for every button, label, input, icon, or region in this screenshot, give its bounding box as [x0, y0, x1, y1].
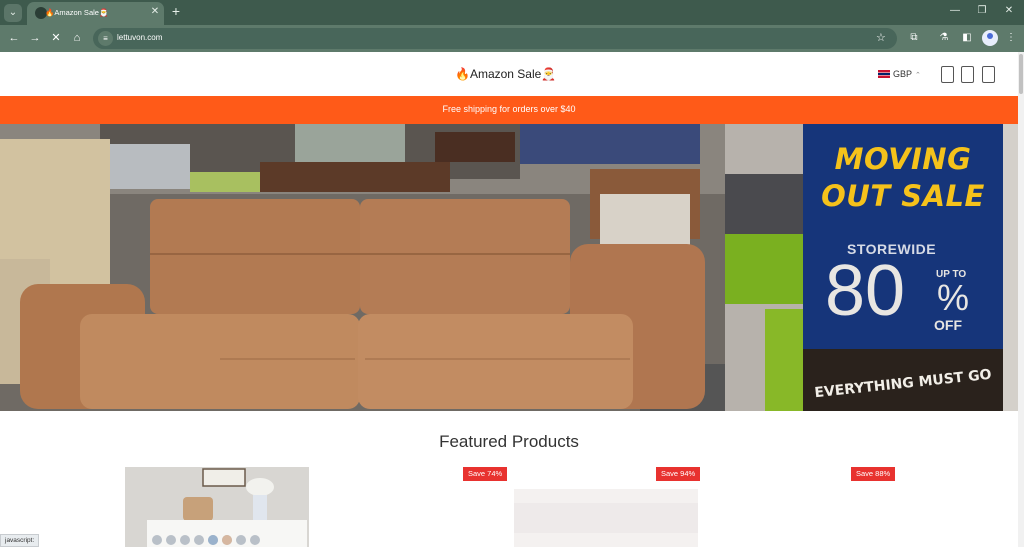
save-badge-3: Save 88% — [851, 467, 896, 481]
minimize-icon[interactable]: — — [946, 4, 964, 18]
chevron-updown-icon: ⌃ — [915, 72, 921, 79]
forward-icon[interactable]: → — [27, 30, 43, 46]
home-icon[interactable]: ⌂ — [69, 30, 85, 46]
page-scrollbar[interactable] — [1018, 52, 1024, 547]
browser-tab-active[interactable]: 🔥Amazon Sale🎅 ✕ — [27, 2, 164, 25]
search-icon[interactable] — [941, 66, 954, 83]
address-bar[interactable]: ≡ lettuvon.com ☆ — [93, 28, 897, 49]
menu-kebab-icon[interactable]: ⋮ — [1003, 30, 1019, 46]
web-page: 🔥Amazon Sale🎅 GBP ⌃ Free shipping for ord… — [0, 52, 1018, 547]
sign-moving: MOVING — [834, 142, 972, 176]
announcement-text: Free shipping for orders over $40 — [442, 104, 576, 114]
labs-flask-icon[interactable]: ⚗ — [936, 30, 952, 46]
uk-flag-icon — [878, 70, 890, 78]
address-url[interactable]: lettuvon.com — [117, 33, 162, 42]
currency-code: GBP — [893, 69, 913, 79]
featured-products-title: Featured Products — [439, 432, 579, 451]
product-image-1[interactable] — [125, 467, 309, 547]
save-badge-1: Save 74% — [463, 467, 508, 481]
sign-out-sale: OUT SALE — [821, 179, 985, 213]
tab-search-icon[interactable]: ⌄ — [4, 4, 22, 22]
account-icon[interactable] — [961, 66, 974, 83]
store-header: 🔥Amazon Sale🎅 GBP ⌃ — [0, 52, 1018, 96]
back-icon[interactable]: ← — [6, 30, 22, 46]
bookmark-star-icon[interactable]: ☆ — [876, 31, 886, 46]
announcement-bar: Free shipping for orders over $40 — [0, 96, 1018, 124]
profile-avatar-icon[interactable] — [982, 30, 998, 46]
restore-icon[interactable]: ❐ — [973, 4, 991, 18]
currency-selector[interactable]: GBP ⌃ — [878, 69, 921, 79]
side-panel-icon[interactable]: ◧ — [959, 30, 975, 46]
store-logo[interactable]: 🔥Amazon Sale🎅 — [455, 67, 556, 81]
cart-icon[interactable] — [982, 66, 995, 83]
hero-banner[interactable]: MOVING OUT SALE STOREWIDE 80 UP TO % OFF… — [0, 124, 1018, 411]
site-info-icon[interactable]: ≡ — [98, 31, 113, 46]
browser-tab-strip: ⌄ 🔥Amazon Sale🎅 ✕ + — ❐ ✕ — [0, 0, 1024, 25]
sign-off: OFF — [934, 317, 962, 333]
scrollbar-thumb[interactable] — [1019, 54, 1023, 94]
stop-loading-icon[interactable]: ✕ — [48, 30, 64, 46]
tab-close-icon[interactable]: ✕ — [149, 6, 161, 18]
sign-bottom: EVERYTHING MUST GO — [813, 366, 993, 402]
product-photo-shelf — [125, 467, 309, 547]
extensions-icon[interactable]: ⧉ — [906, 30, 922, 46]
save-badge-2: Save 94% — [656, 467, 701, 481]
sign-percent-symbol: % — [937, 277, 970, 318]
sign-percent-number: 80 — [825, 251, 906, 331]
sale-sign: MOVING OUT SALE STOREWIDE 80 UP TO % OFF… — [803, 124, 1003, 411]
window-close-icon[interactable]: ✕ — [1000, 4, 1018, 18]
status-bar-url: javascript: — [0, 534, 40, 547]
tab-title: 🔥Amazon Sale🎅 — [45, 8, 109, 17]
new-tab-icon[interactable]: + — [169, 4, 183, 18]
browser-toolbar: ← → ✕ ⌂ ≡ lettuvon.com ☆ ⧉ ⚗ ◧ ⋮ — [0, 25, 1024, 52]
